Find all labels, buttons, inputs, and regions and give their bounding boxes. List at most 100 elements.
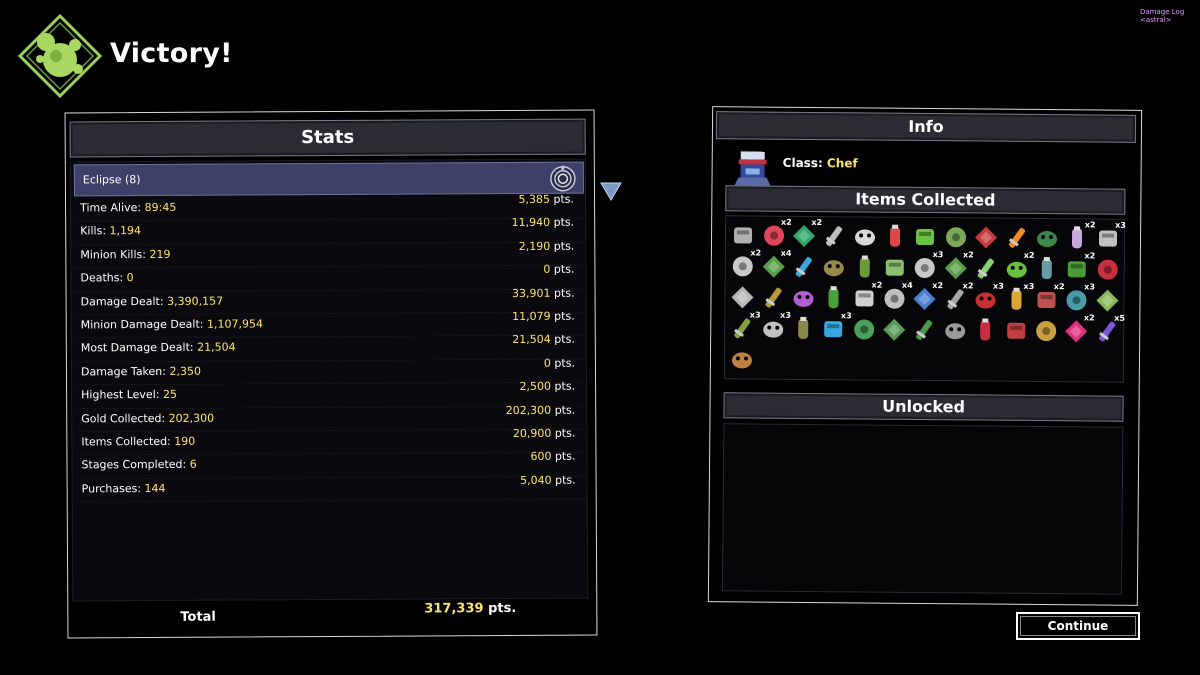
item-slot[interactable] (972, 223, 1000, 251)
item-slot[interactable]: x4 (880, 281, 913, 313)
item-slot[interactable]: x3 (759, 311, 791, 343)
item-slot[interactable]: x2 (1032, 282, 1065, 314)
stat-name: Damage Dealt: 3,390,157 (81, 294, 224, 308)
stat-points-unit: pts. (551, 379, 576, 393)
continue-button[interactable]: Continue (1016, 612, 1140, 640)
eclipse-badge-icon (550, 165, 576, 192)
item-slot[interactable] (729, 283, 757, 311)
item-slot[interactable]: x3 (1094, 221, 1126, 252)
item-slot[interactable]: x5 (1093, 314, 1125, 345)
info-title: Info (908, 116, 944, 137)
class-text: Class: Chef (783, 156, 858, 171)
item-slot[interactable] (880, 316, 908, 344)
item-slot[interactable]: x2 (911, 281, 943, 313)
stat-label: Kills: (80, 224, 110, 238)
hook-icon (883, 318, 906, 341)
total-points: 317,339 (424, 601, 484, 617)
stat-points-unit: pts. (550, 309, 575, 323)
items-grid: x2 x2 x2 x3 x2 x4 x3 x2 x2 x2 x2 x4 x2 x2 x3 x3 x2 x3 x3 x3… (727, 218, 1126, 378)
item-slot[interactable] (1033, 224, 1061, 252)
item-slot[interactable]: x2 (1002, 251, 1034, 283)
item-slot[interactable] (941, 316, 969, 344)
total-value: 317,339 pts. (424, 601, 516, 617)
stat-label: Purchases: (81, 481, 145, 496)
item-slot[interactable] (820, 284, 848, 312)
stat-name: Minion Kills: 219 (80, 248, 170, 262)
panel-arrow-icon (600, 182, 622, 201)
item-slot[interactable] (790, 253, 818, 281)
item-slot[interactable] (972, 254, 1000, 282)
item-slot[interactable] (911, 223, 939, 251)
item-slot[interactable] (1002, 224, 1030, 252)
stat-name: Gold Collected: 202,300 (81, 411, 214, 425)
stat-name: Deaths: 0 (80, 271, 133, 284)
unlocked-header: Unlocked (723, 392, 1124, 422)
item-slot[interactable] (850, 315, 878, 343)
item-slot[interactable] (971, 316, 999, 344)
item-slot[interactable] (911, 316, 939, 344)
item-slot[interactable] (820, 253, 848, 281)
damage-log[interactable]: Damage Log <astral> (1140, 8, 1184, 24)
item-slot[interactable]: x3 (911, 250, 943, 282)
shell-icon (859, 255, 870, 278)
item-slot[interactable] (1033, 255, 1061, 283)
stat-value: 202,300 (168, 411, 215, 425)
stats-list[interactable]: Eclipse (8) Time Alive: 89:45 5,385 pts. K… (69, 158, 589, 602)
stat-value: 144 (144, 481, 166, 495)
chain-icon (945, 323, 966, 340)
class-value: Chef (826, 156, 858, 171)
item-slot[interactable] (942, 223, 970, 251)
item-slot[interactable] (820, 222, 848, 250)
item-slot[interactable] (1002, 317, 1030, 345)
total-label: Total (180, 609, 216, 625)
item-slot[interactable] (789, 284, 817, 312)
item-slot[interactable]: x2 (941, 250, 974, 282)
stat-row: Minion Damage Dealt: 1,107,954 11,079 pts… (74, 309, 585, 339)
stat-points-unit: pts. (551, 426, 576, 440)
stat-points: 2,190 pts. (519, 239, 575, 252)
stats-panel: Stats Eclipse (8) Time Alive: 89:45 5,385… (64, 109, 598, 639)
stat-row: Purchases: 144 5,040 pts. (75, 473, 586, 503)
damage-log-subtitle: <astral> (1140, 16, 1172, 24)
item-slot[interactable] (1093, 286, 1121, 314)
item-slot[interactable]: x2 (790, 218, 822, 250)
item-slot[interactable]: x2 (1063, 220, 1096, 252)
item-slot[interactable]: x3 (819, 311, 852, 343)
item-slot[interactable]: x2 (941, 281, 973, 313)
stat-points-unit: pts. (550, 216, 575, 230)
item-slot[interactable] (1093, 255, 1121, 283)
stat-points-unit: pts. (549, 192, 575, 206)
item-slot[interactable] (789, 315, 817, 343)
item-slot[interactable] (759, 284, 787, 312)
item-slot[interactable] (881, 254, 909, 282)
item-slot[interactable]: x2 (850, 281, 882, 312)
item-slot[interactable]: x4 (759, 249, 791, 281)
magnifier-icon (1008, 227, 1025, 248)
item-slot[interactable] (851, 222, 879, 250)
item-slot[interactable] (1032, 317, 1060, 345)
item-slot[interactable]: x3 (1002, 282, 1034, 314)
item-slot[interactable]: x3 (728, 310, 761, 342)
total-unit: pts. (483, 600, 517, 617)
item-slot[interactable]: x2 (1062, 313, 1095, 345)
item-slot[interactable]: x2 (729, 248, 761, 280)
stat-row: Damage Dealt: 3,390,157 33,901 pts. (74, 286, 585, 316)
items-collected-area: x2 x2 x2 x3 x2 x4 x3 x2 x2 x2 x2 x4 x2 x2 x3 x3 x2 x3 x3 x3… (723, 215, 1126, 383)
stat-points-value: 0 (543, 262, 551, 276)
stat-points-value: 11,079 (512, 309, 551, 323)
item-slot[interactable] (881, 223, 909, 251)
cap-icon (975, 226, 998, 249)
item-slot[interactable]: x3 (972, 282, 1004, 313)
item-slot[interactable]: x2 (759, 218, 792, 250)
item-slot[interactable] (850, 253, 878, 281)
helmet-icon (764, 287, 782, 308)
stat-name: Most Damage Dealt: 21,504 (81, 341, 236, 355)
item-slot[interactable]: x3 (1063, 282, 1095, 314)
stat-label: Time Alive: (80, 201, 145, 215)
stat-row: Deaths: 00 pts. (74, 262, 585, 292)
stat-points: 33,901 pts. (512, 286, 575, 299)
stat-points: 21,504 pts. (512, 333, 575, 346)
item-slot[interactable]: x2 (1063, 251, 1095, 283)
item-slot[interactable] (729, 221, 757, 249)
item-slot[interactable] (728, 345, 756, 373)
